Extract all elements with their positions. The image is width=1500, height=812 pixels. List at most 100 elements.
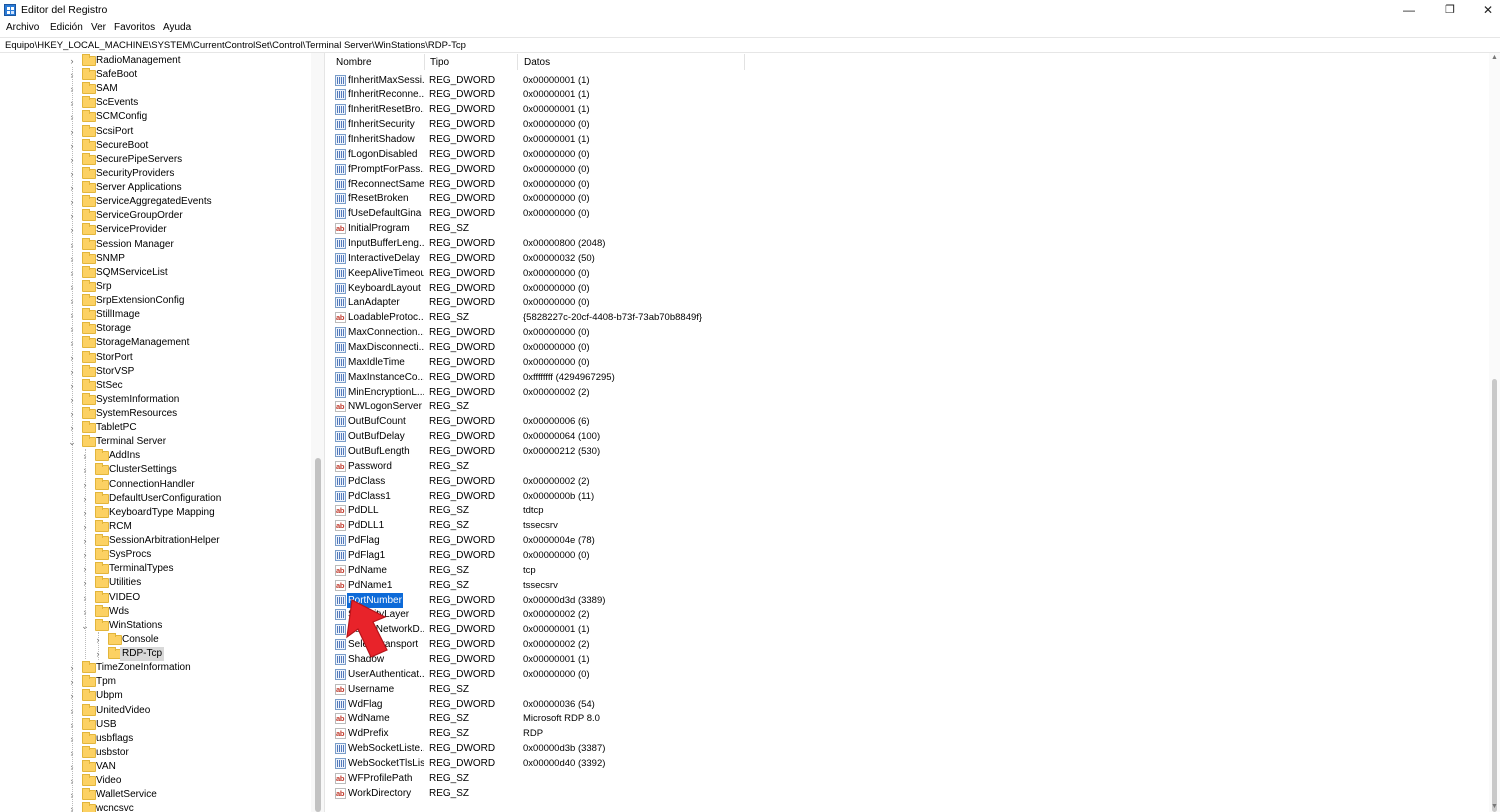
close-button[interactable]: ✕ (1468, 0, 1500, 20)
value-row[interactable]: fPromptForPass... REG_DWORD 0x00000000 (0) (330, 162, 1480, 177)
tree-item[interactable]: › SafeBoot (0, 68, 310, 82)
value-row[interactable]: fInheritShadow REG_DWORD 0x00000001 (1) (330, 132, 1480, 147)
tree-item[interactable]: › SrpExtensionConfig (0, 294, 310, 308)
tree-item[interactable]: › Wds (0, 604, 310, 619)
tree-item[interactable]: › RadioManagement (0, 54, 310, 68)
value-row[interactable]: PdFlag1 REG_DWORD 0x00000000 (0) (330, 548, 1480, 563)
restore-button[interactable]: ❐ (1430, 0, 1470, 20)
value-row[interactable]: PdClass1 REG_DWORD 0x0000000b (11) (330, 489, 1480, 504)
tree-item[interactable]: › ServiceAggregatedEvents (0, 195, 310, 209)
tree-item[interactable]: › StorPort (0, 350, 310, 365)
tree-item[interactable]: › usbflags (0, 731, 310, 746)
menu-favoritos[interactable]: Favoritos (114, 22, 155, 33)
key-tree-pane[interactable]: › RadioManagement › SafeBoot › SAM › ScEvents › S… (0, 53, 325, 812)
value-row[interactable]: KeepAliveTimeout REG_DWORD 0x00000000 (0) (330, 266, 1480, 281)
value-row[interactable]: WdName REG_SZ Microsoft RDP 8.0 (330, 711, 1480, 726)
tree-item[interactable]: › SecurityProviders (0, 166, 310, 181)
menu-edicion[interactable]: Edición (50, 22, 83, 33)
tree-item[interactable]: ⌄ Terminal Server (0, 435, 310, 449)
tree-item[interactable]: › AddIns (0, 449, 310, 463)
value-row[interactable]: WorkDirectory REG_SZ (330, 786, 1480, 801)
tree-item[interactable]: › StorageManagement (0, 336, 310, 350)
value-row[interactable]: Username REG_SZ (330, 682, 1480, 697)
value-row[interactable]: fInheritSecurity REG_DWORD 0x00000000 (0) (330, 117, 1480, 132)
menu-ayuda[interactable]: Ayuda (163, 22, 191, 33)
value-row[interactable]: fLogonDisabled REG_DWORD 0x00000000 (0) (330, 147, 1480, 162)
value-row[interactable]: OutBufLength REG_DWORD 0x00000212 (530) (330, 444, 1480, 459)
column-separator[interactable] (517, 54, 518, 70)
value-row[interactable]: OutBufCount REG_DWORD 0x00000006 (6) (330, 414, 1480, 429)
minimize-button[interactable]: — (1389, 0, 1429, 20)
tree-item[interactable]: › DefaultUserConfiguration (0, 491, 310, 506)
value-row[interactable]: InteractiveDelay REG_DWORD 0x00000032 (50) (330, 251, 1480, 266)
value-row[interactable]: fReconnectSame REG_DWORD 0x00000000 (0) (330, 177, 1480, 192)
values-scrollbar[interactable]: ▲ ▼ (1489, 53, 1500, 812)
tree-item[interactable]: › VAN (0, 760, 310, 774)
value-row[interactable]: WdFlag REG_DWORD 0x00000036 (54) (330, 697, 1480, 712)
value-row[interactable]: KeyboardLayout REG_DWORD 0x00000000 (0) (330, 281, 1480, 296)
value-row[interactable]: fUseDefaultGina REG_DWORD 0x00000000 (0) (330, 206, 1480, 221)
tree-item[interactable]: › usbstor (0, 745, 310, 760)
scroll-up-arrow-icon[interactable]: ▲ (1489, 53, 1500, 63)
tree-item[interactable]: › SCMConfig (0, 110, 310, 124)
tree-item[interactable]: › Ubpm (0, 689, 310, 703)
value-row[interactable]: InputBufferLeng... REG_DWORD 0x00000800 (2… (330, 236, 1480, 251)
tree-item[interactable]: › Video (0, 774, 310, 788)
value-row[interactable]: WdPrefix REG_SZ RDP (330, 726, 1480, 741)
value-row[interactable]: PdName REG_SZ tcp (330, 563, 1480, 578)
tree-item[interactable]: › SAM (0, 82, 310, 96)
tree-item[interactable]: › ServiceGroupOrder (0, 209, 310, 223)
tree-item[interactable]: › SystemResources (0, 407, 310, 421)
tree-item[interactable]: › Storage (0, 322, 310, 336)
value-row[interactable]: Shadow REG_DWORD 0x00000001 (1) (330, 652, 1480, 667)
values-scroll-thumb[interactable] (1492, 379, 1497, 812)
address-bar[interactable]: Equipo\HKEY_LOCAL_MACHINE\SYSTEM\Current… (0, 37, 1500, 53)
tree-item[interactable]: › SecurePipeServers (0, 152, 310, 167)
value-row[interactable]: OutBufDelay REG_DWORD 0x00000064 (100) (330, 429, 1480, 444)
tree-item[interactable]: › KeyboardType Mapping (0, 505, 310, 520)
value-row[interactable]: fResetBroken REG_DWORD 0x00000000 (0) (330, 191, 1480, 206)
tree-item[interactable]: › Server Applications (0, 181, 310, 195)
tree-item[interactable]: › ScEvents (0, 96, 310, 110)
tree-item[interactable]: › RCM (0, 519, 310, 534)
value-row[interactable]: MaxConnection... REG_DWORD 0x00000000 (0) (330, 325, 1480, 340)
tree-item[interactable]: › Srp (0, 279, 310, 294)
value-row[interactable]: PdClass REG_DWORD 0x00000002 (2) (330, 474, 1480, 489)
tree-item[interactable]: › TerminalTypes (0, 562, 310, 576)
tree-item[interactable]: › VIDEO (0, 590, 310, 605)
value-row[interactable]: fInheritResetBro... REG_DWORD 0x00000001 (… (330, 102, 1480, 117)
tree-item[interactable]: › UnitedVideo (0, 703, 310, 718)
scroll-down-arrow-icon[interactable]: ▼ (1489, 802, 1500, 812)
value-row[interactable]: SecurityLayer REG_DWORD 0x00000002 (2) (330, 607, 1480, 622)
tree-item[interactable]: › USB (0, 717, 310, 732)
tree-item[interactable]: › ScsiPort (0, 124, 310, 139)
value-row[interactable]: WebSocketTlsLis... REG_DWORD 0x00000d40 (3… (330, 756, 1480, 771)
tree-item[interactable]: › Console (0, 632, 310, 647)
tree-item[interactable]: › TabletPC (0, 421, 310, 435)
tree-item[interactable]: › Tpm (0, 675, 310, 689)
column-name[interactable]: Nombre (336, 57, 372, 68)
column-separator[interactable] (744, 54, 745, 70)
value-row[interactable]: MinEncryptionL... REG_DWORD 0x00000002 (2) (330, 385, 1480, 400)
value-row[interactable]: UserAuthenticat... REG_DWORD 0x00000000 (0… (330, 667, 1480, 682)
tree-scroll-thumb[interactable] (315, 458, 321, 812)
menu-ver[interactable]: Ver (91, 22, 106, 33)
column-separator[interactable] (424, 54, 425, 70)
value-row[interactable]: SelectTransport REG_DWORD 0x00000002 (2) (330, 637, 1480, 652)
tree-item[interactable]: › StorVSP (0, 364, 310, 379)
value-row[interactable]: MaxInstanceCo... REG_DWORD 0xffffffff (429… (330, 370, 1480, 385)
value-row[interactable]: PdDLL1 REG_SZ tssecsrv (330, 518, 1480, 533)
tree-item[interactable]: › Utilities (0, 576, 310, 590)
tree-item[interactable]: ⌄ WinStations (0, 618, 310, 633)
tree-item[interactable]: › StSec (0, 378, 310, 393)
tree-item[interactable]: › WalletService (0, 788, 310, 802)
tree-item[interactable]: › wcncsvc (0, 802, 310, 812)
values-list-pane[interactable]: Nombre Tipo Datos fInheritMaxSessi... REG… (330, 53, 1500, 812)
tree-item[interactable]: › SessionArbitrationHelper (0, 534, 310, 548)
value-row[interactable]: MaxIdleTime REG_DWORD 0x00000000 (0) (330, 355, 1480, 370)
column-data[interactable]: Datos (524, 57, 550, 68)
tree-item[interactable]: › ServiceProvider (0, 223, 310, 237)
tree-item[interactable]: › SQMServiceList (0, 265, 310, 280)
tree-item[interactable]: › Session Manager (0, 237, 310, 252)
tree-item[interactable]: › RDP-Tcp (0, 647, 310, 662)
